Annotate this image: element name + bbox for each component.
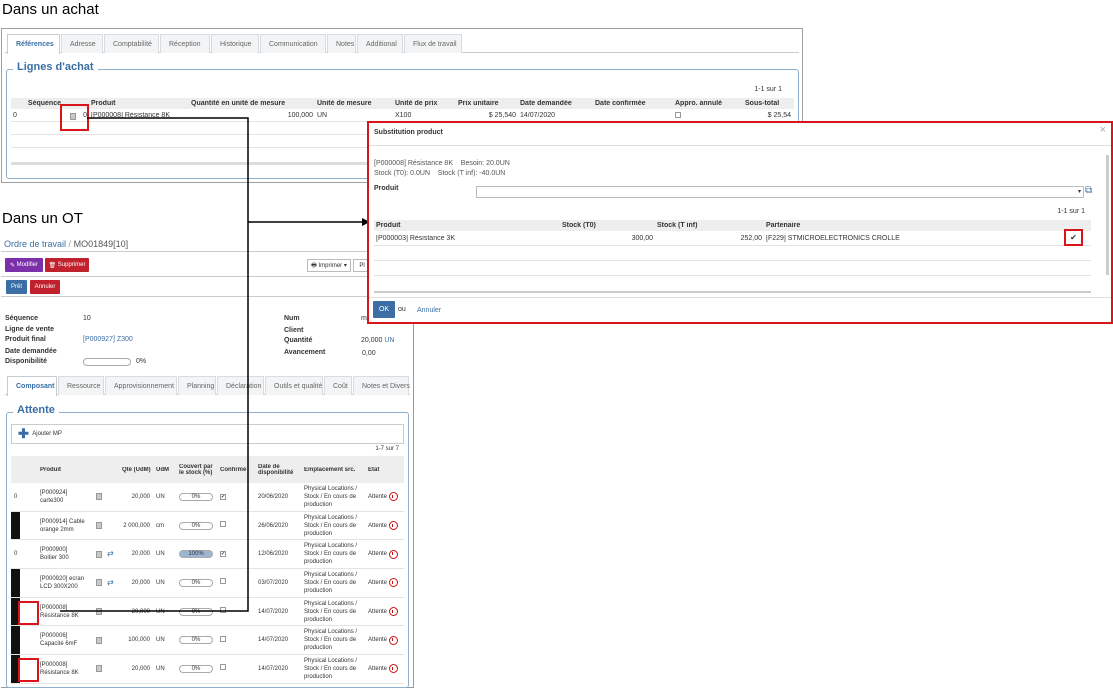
dialog-pager[interactable]: 1-1 sur 1 (1057, 208, 1085, 215)
dialog-table-row[interactable]: [P000003] Résistance 3K 300,00 252,00 [F… (374, 231, 1091, 246)
ok-button[interactable]: OK (373, 301, 395, 318)
select-substitute-button[interactable]: ✔ (1064, 229, 1083, 246)
dialog-product-label: Produit (374, 185, 399, 192)
connector-line (60, 117, 249, 612)
dialog-info-line1: [P000008] Résistance 8K Besoin: 20.0UN (374, 160, 510, 167)
check-icon: ✔ (1070, 233, 1077, 242)
dialog-cancel-link[interactable]: Annuler (417, 307, 441, 314)
dialog-row-product: [P000003] Résistance 3K (376, 234, 455, 242)
dialog-title-divider (369, 145, 1111, 146)
close-icon[interactable]: × (1100, 124, 1106, 136)
col-dialog-partenaire[interactable]: Partenaire (764, 222, 964, 229)
dialog-row-stock-t0: 300,00 (631, 234, 653, 242)
col-dialog-stock-tinf[interactable]: Stock (T inf) (655, 222, 764, 229)
dialog-empty-row (374, 246, 1091, 261)
substitution-dialog: Substitution product × [P000008] Résista… (367, 121, 1113, 324)
chevron-down-icon[interactable]: ▾ (1078, 188, 1081, 195)
connector-arrows (60, 117, 370, 612)
dialog-footer-divider (369, 297, 1111, 298)
col-dialog-produit[interactable]: Produit (374, 222, 560, 229)
dialog-info-line2: Stock (T0): 0.0UN Stock (T inf): -40.0UN (374, 170, 506, 177)
dialog-horizontal-scrollbar[interactable] (374, 291, 1091, 293)
ok-button-label: OK (378, 306, 390, 313)
dialog-title: Substitution product (374, 129, 443, 136)
external-link-icon[interactable]: ⧉ (1085, 185, 1092, 196)
dialog-table-header: Produit Stock (T0) Stock (T inf) Partena… (374, 220, 1091, 231)
dialog-or-text: ou (398, 306, 406, 313)
col-dialog-stock-t0[interactable]: Stock (T0) (560, 222, 655, 229)
dialog-row-stock-tinf: 252,00 (740, 234, 762, 242)
dialog-empty-row (374, 261, 1091, 276)
dialog-vertical-scrollbar[interactable] (1106, 155, 1109, 275)
dialog-product-select[interactable]: ▾ (476, 186, 1084, 198)
dialog-row-partner: [F229] STMICROELECTRONICS CROLLE (766, 234, 900, 242)
